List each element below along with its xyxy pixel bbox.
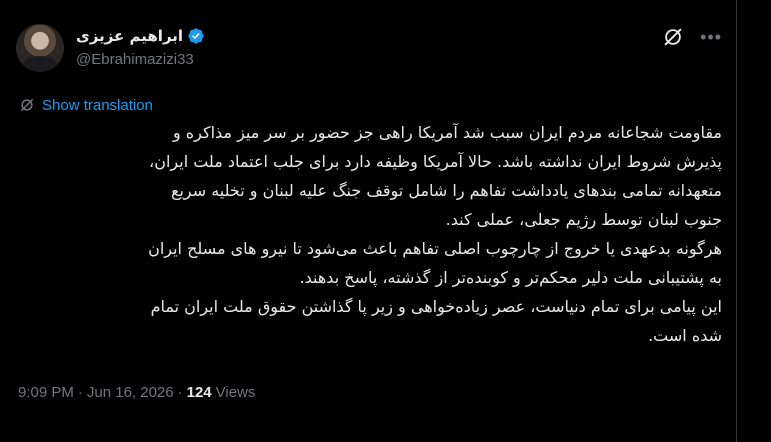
- tweet-date[interactable]: Jun 16, 2026: [87, 384, 174, 401]
- tweet-line: این پیامی برای تمام دنیاست، عصر زیاده‌خو…: [150, 297, 722, 316]
- tweet-time[interactable]: 9:09 PM: [18, 384, 74, 401]
- tweet-line: هرگونه بدعهدی یا خروج از چارچوب اصلی تفا…: [148, 239, 722, 258]
- tweet-meta: 9:09 PM · Jun 16, 2026 · 124 Views: [18, 384, 255, 401]
- verified-badge-icon: [188, 28, 204, 44]
- tweet-line: جنوب لبنان توسط رژیم جعلی، عملی کند.: [445, 210, 722, 229]
- meta-separator: ·: [77, 384, 83, 401]
- author-name-row[interactable]: ابراهیم عزیزی: [76, 27, 205, 45]
- translate-icon: [21, 99, 33, 111]
- tweet-header-actions: •••: [662, 26, 722, 48]
- avatar[interactable]: [16, 24, 64, 72]
- author-name[interactable]: ابراهیم عزیزی: [76, 27, 183, 45]
- show-translation-label[interactable]: Show translation: [42, 97, 153, 114]
- tweet-line: شده است.: [648, 326, 722, 345]
- more-icon[interactable]: •••: [700, 28, 722, 46]
- tweet-line: مقاومت شجاعانه مردم ایران سبب شد آمریکا …: [172, 123, 722, 142]
- author-handle[interactable]: @Ebrahimazizi33: [76, 51, 194, 68]
- views-count: 124: [186, 384, 212, 401]
- tweet-card: ابراهیم عزیزی @Ebrahimazizi33 ••• Show t…: [0, 0, 737, 442]
- show-translation-link[interactable]: Show translation: [18, 96, 153, 114]
- tweet-line: پذیرش شروط ایران نداشته باشد. حالا آمریک…: [149, 152, 722, 171]
- grok-icon[interactable]: [662, 26, 684, 48]
- meta-separator: ·: [177, 384, 183, 401]
- tweet-line: به پشتیبانی ملت دلیر محکم‌تر و کوبنده‌تر…: [299, 268, 722, 287]
- views-label: Views: [215, 384, 256, 401]
- tweet-line: متعهدانه تمامی بندهای یادداشت تفاهم را ش…: [170, 181, 722, 200]
- tweet-text: مقاومت شجاعانه مردم ایران سبب شد آمریکا …: [14, 118, 722, 350]
